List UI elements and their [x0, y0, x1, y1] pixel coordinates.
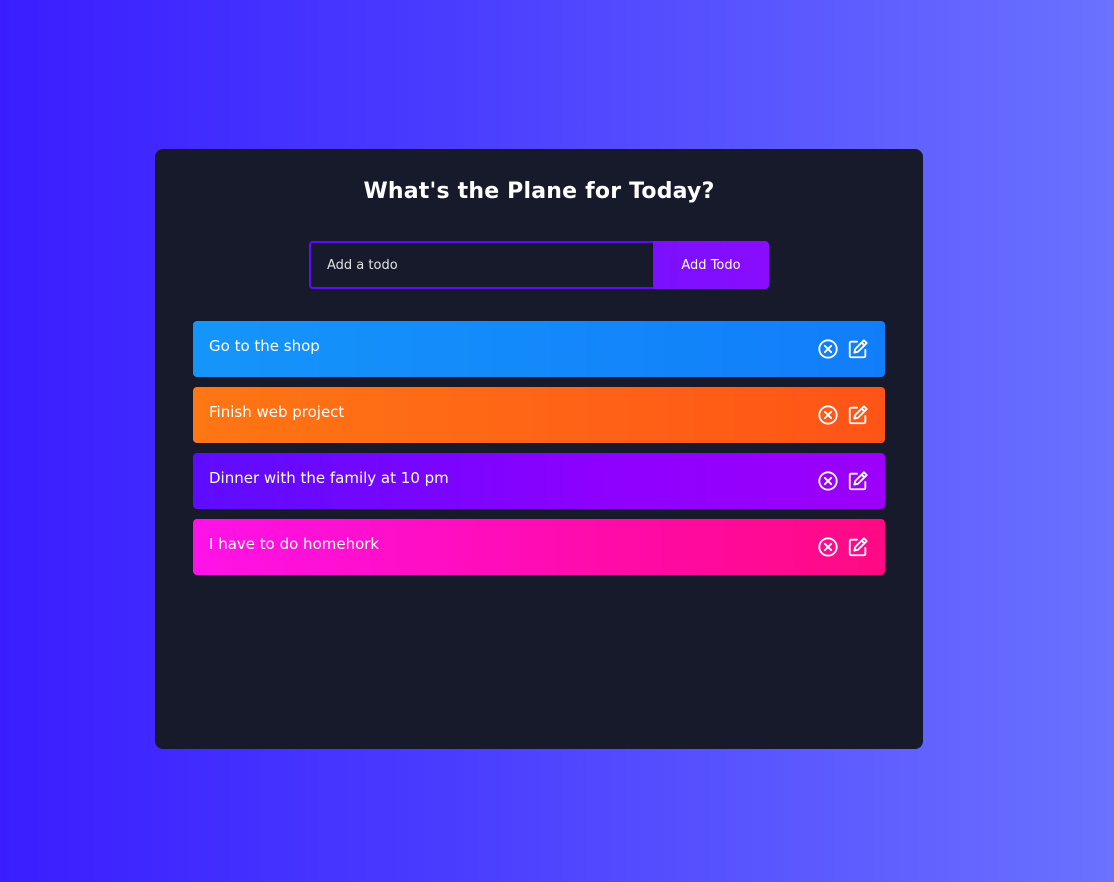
close-circle-icon[interactable]: [817, 470, 839, 492]
close-circle-icon[interactable]: [817, 338, 839, 360]
todo-item-text: Go to the shop: [209, 337, 320, 355]
todo-item-actions: [817, 338, 869, 360]
edit-icon[interactable]: [847, 470, 869, 492]
edit-icon[interactable]: [847, 338, 869, 360]
todo-item[interactable]: Go to the shop: [193, 321, 885, 377]
edit-icon[interactable]: [847, 404, 869, 426]
todo-item-actions: [817, 404, 869, 426]
todo-item[interactable]: I have to do homehork: [193, 519, 885, 575]
todo-form: Add Todo: [309, 241, 769, 289]
edit-icon[interactable]: [847, 536, 869, 558]
todo-item-text: I have to do homehork: [209, 535, 380, 553]
todo-input[interactable]: [309, 241, 653, 289]
close-circle-icon[interactable]: [817, 536, 839, 558]
todo-item-actions: [817, 536, 869, 558]
page-title: What's the Plane for Today?: [363, 179, 715, 204]
todo-list: Go to the shop Finish web project Dinner…: [193, 321, 885, 585]
todo-app: What's the Plane for Today? Add Todo Go …: [155, 149, 923, 749]
todo-item-text: Finish web project: [209, 403, 345, 421]
todo-item[interactable]: Finish web project: [193, 387, 885, 443]
add-todo-button[interactable]: Add Todo: [653, 241, 769, 289]
close-circle-icon[interactable]: [817, 404, 839, 426]
todo-item[interactable]: Dinner with the family at 10 pm: [193, 453, 885, 509]
todo-item-actions: [817, 470, 869, 492]
todo-item-text: Dinner with the family at 10 pm: [209, 469, 449, 487]
